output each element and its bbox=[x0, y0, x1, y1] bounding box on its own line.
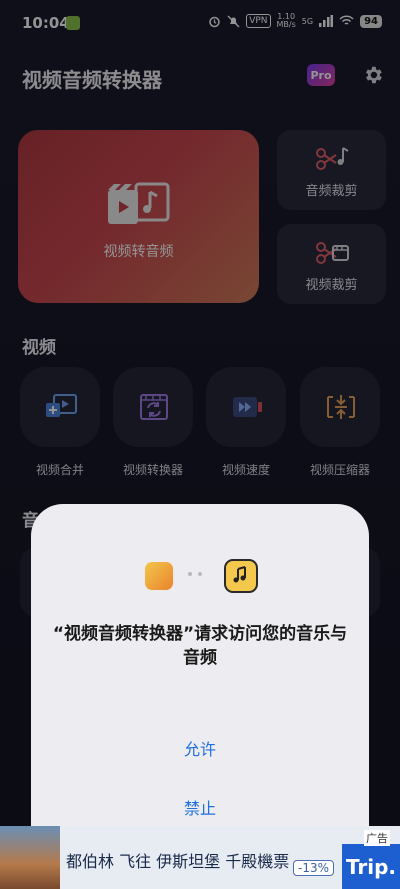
music-note-icon bbox=[233, 566, 246, 583]
connection-dots bbox=[188, 572, 202, 576]
deny-button[interactable]: 禁止 bbox=[31, 795, 369, 819]
permission-message: “视频音频转换器”请求访问您的音乐与音频 bbox=[52, 624, 348, 668]
allow-button[interactable]: 允许 bbox=[31, 736, 369, 760]
ad-discount-badge: -13% bbox=[293, 860, 335, 876]
app-icon bbox=[145, 562, 173, 590]
ad-label: 广告 bbox=[364, 830, 390, 846]
ad-text: 都伯林 飞往 伊斯坦堡 千殿機票 bbox=[66, 852, 290, 871]
ad-brand-logo: Trip. bbox=[342, 844, 400, 889]
music-permission-icon bbox=[224, 559, 258, 593]
ad-banner[interactable]: 都伯林 飞往 伊斯坦堡 千殿機票 -13% Trip. 广告 bbox=[0, 826, 400, 889]
ad-photo bbox=[0, 826, 60, 889]
permission-dialog: “视频音频转换器”请求访问您的音乐与音频 允许 禁止 bbox=[31, 504, 369, 858]
